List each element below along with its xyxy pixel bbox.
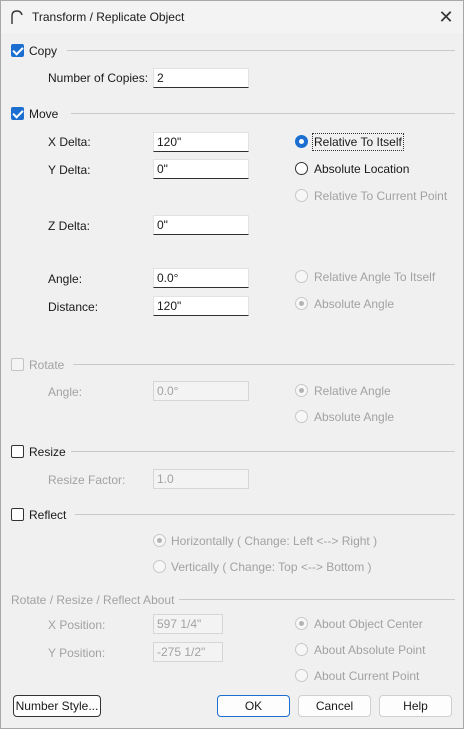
reflect-vertical-label: Vertically ( Change: Top <--> Bottom ) [171,560,372,574]
dialog-window: Transform / Replicate Object ✕ Copy Numb… [0,0,464,729]
relative-angle-radio[interactable] [295,384,308,397]
relative-to-current-point-label: Relative To Current Point [314,189,448,203]
about-label: Rotate / Resize / Reflect About [11,593,175,607]
absolute-location-radio[interactable] [295,162,308,175]
reflect-checkbox[interactable] [11,508,24,521]
move-angle-label: Angle: [48,272,83,286]
relative-to-itself-label[interactable]: Relative To Itself [312,133,404,151]
move-angle-field[interactable]: 0.0° [153,268,249,288]
move-checkbox[interactable] [11,107,24,120]
copy-label: Copy [29,44,58,58]
about-current-point-label: About Current Point [314,669,420,683]
rotate-checkbox[interactable] [11,358,24,371]
reflect-horizontal-label: Horizontally ( Change: Left <--> Right ) [171,534,378,548]
number-of-copies-label: Number of Copies: [48,71,149,85]
resize-factor-label: Resize Factor: [48,473,126,487]
relative-to-current-point-radio[interactable] [295,189,308,202]
absolute-location-label[interactable]: Absolute Location [314,162,409,176]
absolute-angle-label: Absolute Angle [314,297,395,311]
resize-separator [71,451,455,452]
ok-button[interactable]: OK [217,695,290,717]
cancel-button[interactable]: Cancel [298,695,371,717]
reflect-vertical-radio[interactable] [153,560,166,573]
relative-angle-to-itself-radio[interactable] [295,270,308,283]
reflect-label: Reflect [29,508,67,522]
resize-label: Resize [29,445,66,459]
rotate-absolute-angle-label: Absolute Angle [314,410,395,424]
y-delta-field[interactable]: 0" [153,159,249,179]
x-delta-label: X Delta: [48,135,91,149]
z-delta-field[interactable]: 0" [153,215,249,235]
move-separator [71,113,455,114]
number-style-button[interactable]: Number Style... [13,695,101,717]
resize-checkbox[interactable] [11,445,24,458]
rotate-angle-label: Angle: [48,385,83,399]
window-title: Transform / Replicate Object [32,10,185,24]
relative-angle-to-itself-label: Relative Angle To Itself [314,270,436,284]
help-button[interactable]: Help [379,695,452,717]
copy-checkbox[interactable] [11,44,24,57]
relative-angle-label: Relative Angle [314,384,391,398]
rotate-absolute-angle-radio[interactable] [295,410,308,423]
absolute-angle-radio[interactable] [295,297,308,310]
rotate-label: Rotate [29,358,65,372]
x-delta-field[interactable]: 120" [153,132,249,152]
x-position-field: 597 1/4" [153,614,223,634]
app-logo-icon [9,9,25,25]
y-delta-label: Y Delta: [48,163,91,177]
close-icon[interactable]: ✕ [435,7,457,27]
number-of-copies-field[interactable]: 2 [153,68,249,88]
distance-label: Distance: [48,300,99,314]
x-position-label: X Position: [48,618,106,632]
copy-separator [67,50,455,51]
z-delta-label: Z Delta: [48,219,91,233]
about-absolute-point-label: About Absolute Point [314,643,426,657]
about-separator [179,599,455,600]
distance-field[interactable]: 120" [153,296,249,316]
resize-factor-field[interactable]: 1.0 [153,469,249,489]
move-label: Move [29,107,59,121]
rotate-angle-field[interactable]: 0.0° [153,381,249,401]
y-position-field: -275 1/2" [153,642,223,662]
rotate-separator [73,364,455,365]
about-absolute-point-radio[interactable] [295,643,308,656]
about-object-center-label: About Object Center [314,617,423,631]
reflect-horizontal-radio[interactable] [153,534,166,547]
relative-to-itself-radio[interactable] [295,135,308,148]
reflect-separator [75,514,455,515]
about-current-point-radio[interactable] [295,669,308,682]
y-position-label: Y Position: [48,646,106,660]
about-object-center-radio[interactable] [295,617,308,630]
